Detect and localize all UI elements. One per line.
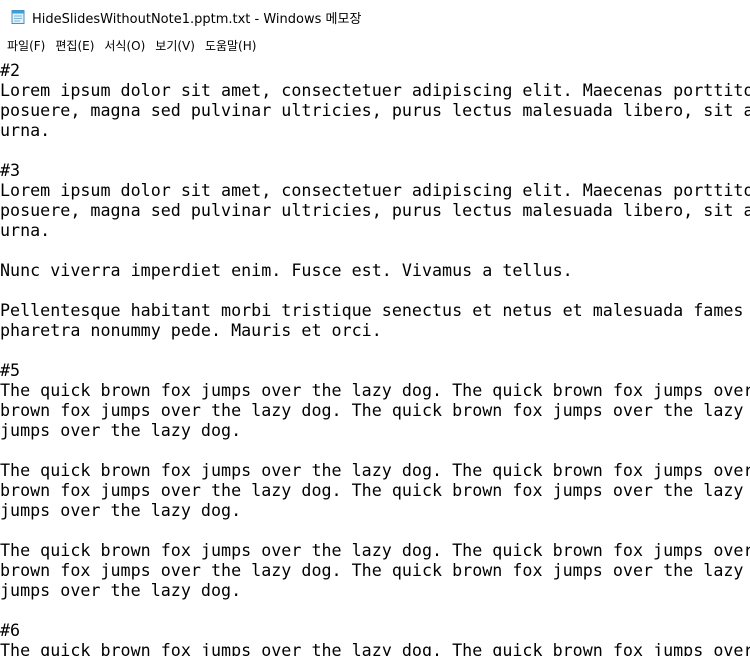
menu-view[interactable]: 보기(V) <box>152 35 198 56</box>
text-line: jumps over the lazy dog. <box>0 500 242 520</box>
text-line: The quick brown fox jumps over the lazy … <box>0 540 750 560</box>
text-line: urna. <box>0 120 51 140</box>
menu-format[interactable]: 서식(O) <box>101 35 148 56</box>
menu-edit[interactable]: 편집(E) <box>52 35 97 56</box>
text-line <box>0 600 750 620</box>
text-line: Lorem ipsum dolor sit amet, consectetuer… <box>0 180 750 200</box>
text-line <box>0 520 750 540</box>
text-line: #5 <box>0 360 21 380</box>
menu-help[interactable]: 도움말(H) <box>202 35 260 56</box>
text-line <box>0 340 750 360</box>
window-title: HideSlidesWithoutNote1.pptm.txt - Window… <box>32 11 362 27</box>
text-line <box>0 440 750 460</box>
text-editor-area[interactable]: #2 Lorem ipsum dolor sit amet, consectet… <box>0 60 750 656</box>
text-line: The quick brown fox jumps over the lazy … <box>0 640 750 656</box>
text-line <box>0 240 750 260</box>
text-line: The quick brown fox jumps over the lazy … <box>0 460 750 480</box>
text-line: posuere, magna sed pulvinar ultricies, p… <box>0 200 750 220</box>
text-line: #2 <box>0 60 21 80</box>
text-line: Lorem ipsum dolor sit amet, consectetuer… <box>0 80 750 100</box>
text-line: brown fox jumps over the lazy dog. The q… <box>0 560 750 580</box>
text-line: brown fox jumps over the lazy dog. The q… <box>0 480 750 500</box>
text-line: #6 <box>0 620 21 640</box>
text-line: The quick brown fox jumps over the lazy … <box>0 380 750 400</box>
menu-bar: 파일(F) 편집(E) 서식(O) 보기(V) 도움말(H) <box>0 34 750 56</box>
text-line: pharetra nonummy pede. Mauris et orci. <box>0 320 382 340</box>
text-line: #3 <box>0 160 21 180</box>
notepad-window: HideSlidesWithoutNote1.pptm.txt - Window… <box>0 0 750 656</box>
text-line: Pellentesque habitant morbi tristique se… <box>0 300 750 320</box>
text-line: urna. <box>0 220 51 240</box>
notepad-icon <box>10 9 26 25</box>
text-line: jumps over the lazy dog. <box>0 420 242 440</box>
text-line: jumps over the lazy dog. <box>0 580 242 600</box>
text-line <box>0 280 750 300</box>
menu-file[interactable]: 파일(F) <box>4 35 48 56</box>
text-line: Nunc viverra imperdiet enim. Fusce est. … <box>0 260 573 280</box>
text-line: brown fox jumps over the lazy dog. The q… <box>0 400 750 420</box>
text-line <box>0 140 750 160</box>
title-bar[interactable]: HideSlidesWithoutNote1.pptm.txt - Window… <box>0 0 750 34</box>
text-line: posuere, magna sed pulvinar ultricies, p… <box>0 100 750 120</box>
